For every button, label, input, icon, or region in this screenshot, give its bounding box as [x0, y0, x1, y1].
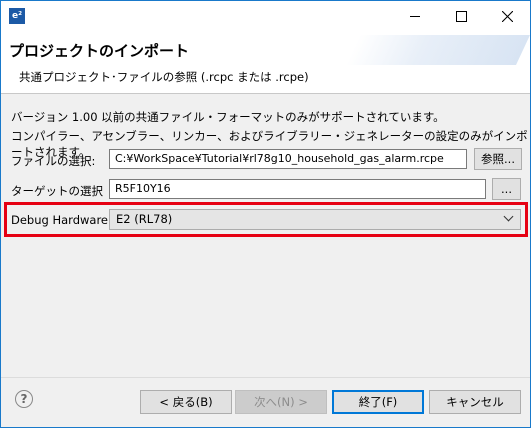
back-button[interactable]: < 戻る(B) [140, 390, 232, 414]
wizard-banner: プロジェクトのインポート 共通プロジェクト･ファイルの参照 (.rcpc または… [1, 31, 530, 94]
minimize-icon [410, 15, 420, 17]
button-bar-divider [1, 377, 530, 378]
cancel-button[interactable]: キャンセル [429, 390, 521, 414]
maximize-icon [455, 10, 467, 22]
page-title: プロジェクトのインポート [9, 42, 190, 60]
banner-decoration [346, 35, 530, 65]
target-device-field[interactable]: R5F10Y16 [109, 179, 486, 199]
maximize-button[interactable] [438, 1, 484, 31]
e2-studio-icon: e² [9, 8, 25, 24]
file-select-label: ファイルの選択: [11, 154, 96, 168]
close-icon [501, 10, 513, 22]
import-dialog-window: e² プロジェクトのインポート 共通プロジェクト･ファイルの参照 (.rcpc … [0, 0, 531, 428]
debug-hardware-label: Debug Hardware [11, 213, 108, 227]
browse-button[interactable]: 参照... [474, 148, 522, 170]
description-line-1: バージョン 1.00 以前の共通ファイル・フォーマットのみがサポートされています… [11, 110, 445, 124]
finish-button[interactable]: 終了(F) [332, 390, 424, 414]
close-button[interactable] [484, 1, 530, 31]
page-subtitle: 共通プロジェクト･ファイルの参照 (.rcpc または .rcpe) [19, 70, 309, 84]
next-button[interactable]: 次へ(N) > [235, 390, 327, 414]
debug-hardware-value: E2 (RL78) [116, 212, 173, 226]
debug-hardware-select[interactable]: E2 (RL78) [109, 209, 521, 230]
help-icon[interactable]: ? [15, 390, 33, 408]
target-browse-button[interactable]: ... [492, 178, 521, 200]
chevron-down-icon [503, 211, 514, 222]
title-bar: e² [1, 1, 530, 31]
minimize-button[interactable] [392, 1, 438, 31]
target-select-label: ターゲットの選択 [11, 184, 103, 198]
file-path-field[interactable]: C:¥WorkSpace¥Tutorial¥rl78g10_household_… [109, 149, 467, 169]
